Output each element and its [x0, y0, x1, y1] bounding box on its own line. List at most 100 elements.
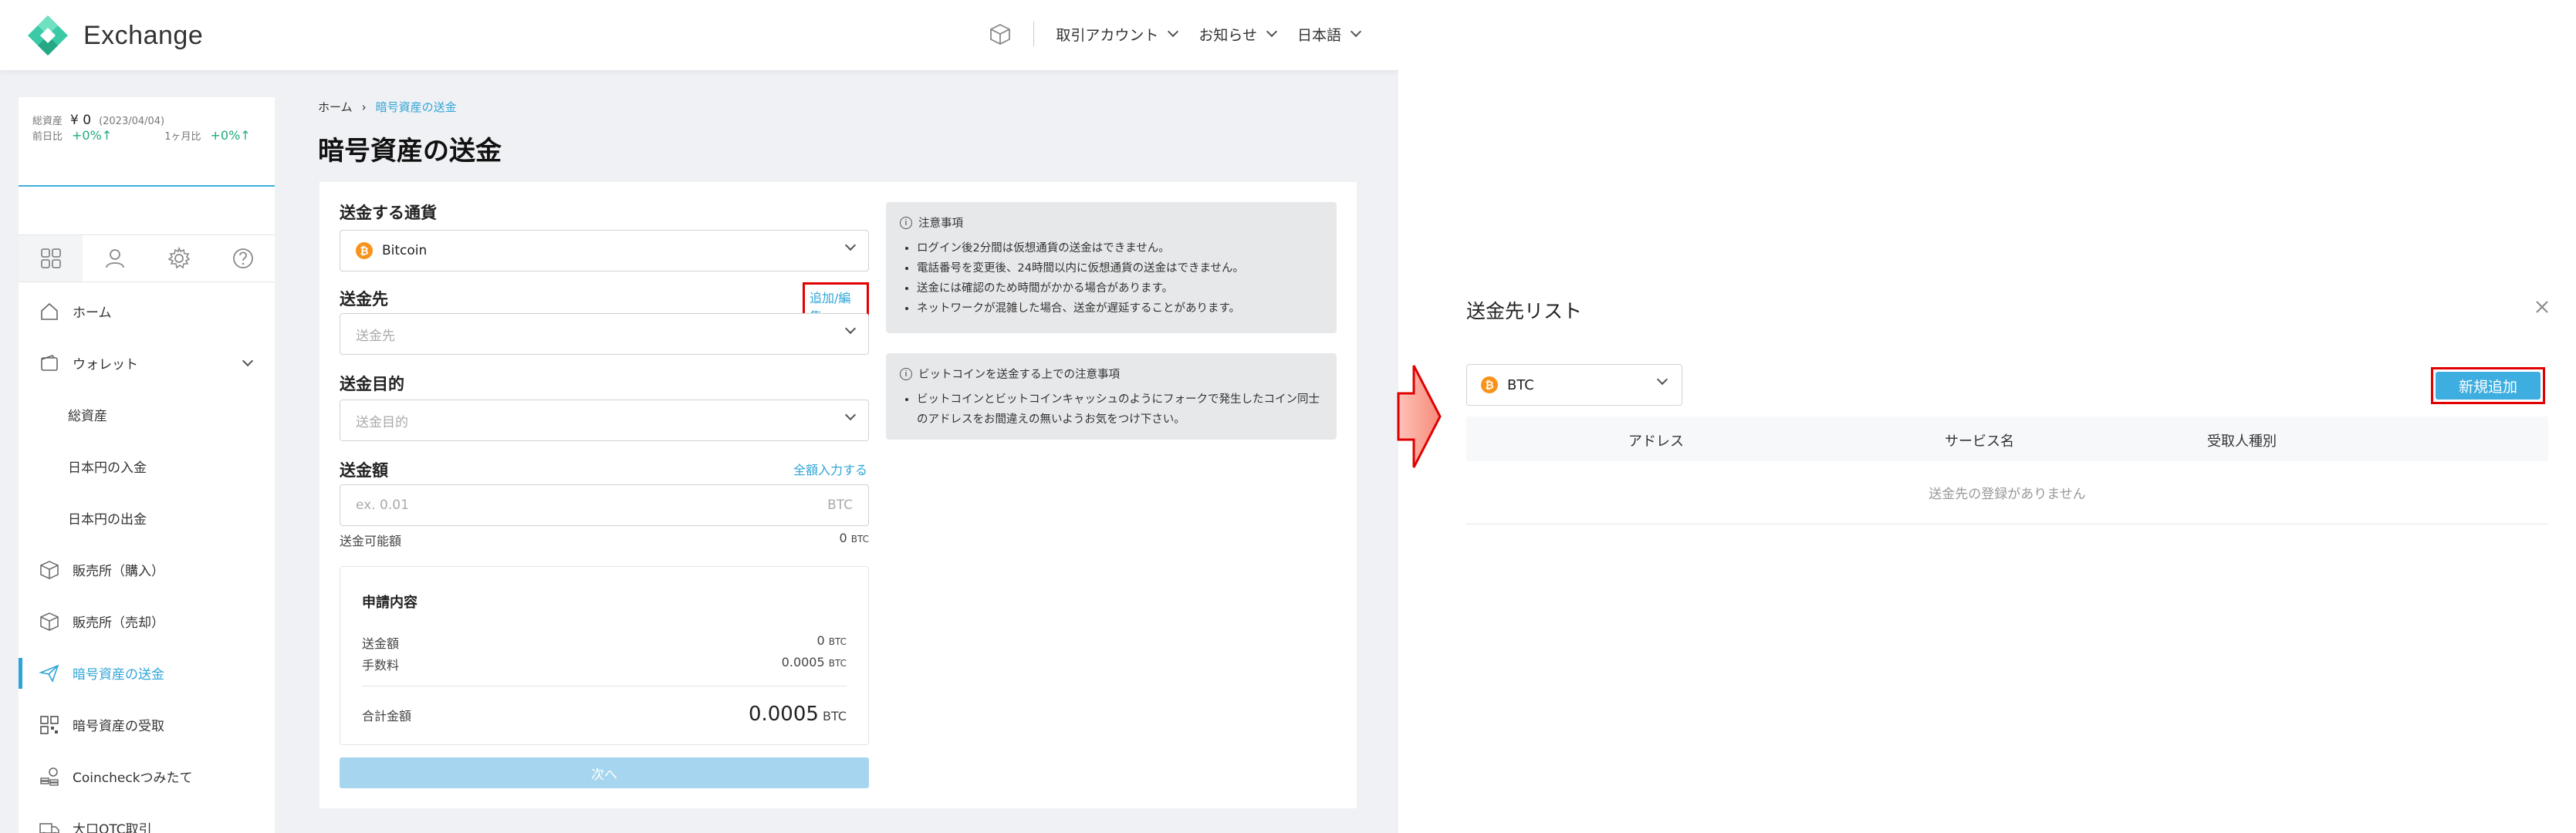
currency-value: Bitcoin — [382, 243, 428, 258]
summary-total-row: 合計金額 0.0005 BTC — [362, 703, 847, 726]
amount-input[interactable]: ex. 0.01 BTC — [340, 484, 869, 526]
add-new-button[interactable]: 新規追加 — [2436, 372, 2541, 400]
asset-chart-line — [19, 185, 275, 187]
modal-currency-value: BTC — [1507, 376, 1534, 393]
sidebar-item-total-assets[interactable]: 総資産 — [19, 389, 275, 440]
tab-settings[interactable] — [147, 235, 211, 282]
available-label: 送金可能額 — [340, 534, 402, 548]
sidebar-tabs — [19, 234, 275, 282]
cube-icon[interactable] — [989, 22, 1012, 46]
sidebar-item-recurring[interactable]: Coincheckつみたて — [19, 750, 275, 802]
next-button[interactable]: 次へ — [340, 757, 869, 788]
coins-icon — [40, 767, 59, 786]
caution-header: i 注意事項 — [900, 214, 1323, 231]
sidebar-item-jpy-deposit[interactable]: 日本円の入金 — [19, 440, 275, 492]
chevron-down-icon — [844, 239, 857, 251]
chevron-down-icon — [1350, 25, 1362, 38]
sidebar-item-buy[interactable]: 販売所（購入） — [19, 544, 275, 595]
sidebar-item-label: 暗号資産の送金 — [73, 667, 164, 683]
summary-fee-value: 0.0005 — [781, 655, 825, 669]
tab-menu[interactable] — [19, 235, 83, 282]
close-icon[interactable] — [2533, 298, 2551, 316]
sidebar-item-otc[interactable]: 大口OTC取引 — [19, 802, 275, 833]
sidebar-item-label: 総資産 — [68, 409, 107, 424]
bitcoin-icon: ₿ — [356, 242, 373, 259]
list-item: ビットコインとビットコインキャッシュのようにフォークで発生したコイン同士のアドレ… — [917, 390, 1323, 430]
caution-notes: i 注意事項 ログイン後2分間は仮想通貨の送金はできません。 電話番号を変更後、… — [886, 202, 1337, 333]
column-address: アドレス — [1628, 433, 1684, 450]
available-amount: 送金可能額 0 BTC — [340, 531, 869, 549]
tab-help[interactable] — [211, 235, 275, 282]
unit: BTC — [828, 658, 847, 669]
destination-placeholder: 送金先 — [356, 328, 395, 344]
nav-label: 取引アカウント — [1056, 26, 1159, 44]
nav-language[interactable]: 日本語 — [1296, 24, 1362, 45]
amount-label: 送金額 — [340, 461, 388, 480]
sidebar-menu: ホーム ウォレット 総資産 日本円の入金 日本円の出金 販売所（購入） 販売所（… — [19, 285, 275, 833]
arrow-right-icon — [1397, 365, 1442, 468]
sidebar-item-sell[interactable]: 販売所（売却） — [19, 595, 275, 647]
summary-title: 申請内容 — [362, 595, 418, 611]
sidebar-item-receive-crypto[interactable]: 暗号資産の受取 — [19, 699, 275, 750]
logo[interactable]: Exchange — [26, 14, 203, 57]
user-icon — [105, 249, 124, 268]
sidebar-item-label: 暗号資産の受取 — [73, 719, 164, 734]
unit: BTC — [823, 709, 847, 723]
breadcrumb-current: 暗号資産の送金 — [375, 100, 457, 114]
breadcrumb-home[interactable]: ホーム — [318, 99, 353, 115]
column-recipient-type: 受取人種別 — [2207, 433, 2277, 450]
sidebar: 総資産 ¥ 0 (2023/04/04) 前日比 +0%↑ 1ヶ月比 +0%↑ — [19, 97, 275, 833]
add-new-highlight: 新規追加 — [2431, 367, 2545, 404]
currency-label: 送金する通貨 — [340, 204, 437, 222]
purpose-placeholder: 送金目的 — [356, 414, 408, 430]
sidebar-item-jpy-withdraw[interactable]: 日本円の出金 — [19, 492, 275, 544]
list-item: 電話番号を変更後、24時間以内に仮想通貨の送金はできません。 — [917, 258, 1323, 278]
fill-all-link[interactable]: 全額入力する — [793, 460, 867, 478]
modal-currency-select[interactable]: ₿ BTC — [1466, 364, 1682, 406]
info-icon: i — [900, 367, 912, 380]
total-value: 0.0005 — [748, 703, 819, 726]
sidebar-item-label: Coincheckつみたて — [73, 771, 193, 786]
sidebar-item-label: 日本円の入金 — [68, 460, 147, 476]
destination-label: 送金先 — [340, 290, 388, 309]
wallet-icon — [41, 354, 58, 371]
info-icon: i — [900, 216, 912, 229]
sidebar-item-home[interactable]: ホーム — [19, 285, 275, 337]
month-label: 1ヶ月比 — [164, 131, 201, 143]
sidebar-item-wallet[interactable]: ウォレット — [19, 337, 275, 389]
column-service-name: サービス名 — [1945, 433, 2014, 450]
btc-notes-header: i ビットコインを送金する上での注意事項 — [900, 366, 1323, 382]
available-value: 0 — [839, 531, 847, 545]
nav-label: お知らせ — [1198, 26, 1257, 44]
tab-account[interactable] — [83, 235, 147, 282]
total-assets-value: ¥ 0 — [70, 113, 92, 128]
nav-news[interactable]: お知らせ — [1198, 24, 1278, 45]
sidebar-item-label: 販売所（売却） — [73, 615, 164, 631]
grid-icon — [40, 248, 61, 268]
gear-icon — [167, 246, 190, 269]
destination-select[interactable]: 送金先 — [340, 313, 869, 355]
total-assets-date: (2023/04/04) — [99, 116, 165, 127]
caution-list: ログイン後2分間は仮想通貨の送金はできません。 電話番号を変更後、24時間以内に… — [900, 238, 1323, 319]
bitcoin-icon: ₿ — [1481, 376, 1498, 393]
sidebar-item-label: 販売所（購入） — [73, 564, 164, 579]
destination-list-modal: 送金先リスト ₿ BTC 新規追加 アドレス サービス名 受取人種別 送金先の登… — [1443, 0, 2576, 833]
logo-text: Exchange — [83, 20, 204, 50]
currency-select[interactable]: ₿ Bitcoin — [340, 230, 869, 271]
sidebar-item-send-crypto[interactable]: 暗号資産の送金 — [19, 647, 275, 699]
chevron-down-icon — [844, 322, 857, 335]
nav-label: 日本語 — [1296, 26, 1341, 44]
summary-fee-label: 手数料 — [362, 658, 400, 673]
unit: BTC — [828, 636, 847, 647]
breadcrumb: ホーム › 暗号資産の送金 — [318, 99, 457, 115]
nav-trading-account[interactable]: 取引アカウント — [1056, 24, 1179, 45]
summary-amount-value: 0 — [816, 633, 825, 648]
cube-icon — [40, 612, 59, 631]
sidebar-item-label: ホーム — [73, 305, 112, 321]
logo-icon — [28, 15, 68, 56]
empty-message: 送金先の登録がありません — [1466, 461, 2548, 524]
help-icon — [232, 248, 253, 268]
total-value-wrap: 0.0005 BTC — [749, 703, 847, 726]
purpose-select[interactable]: 送金目的 — [340, 400, 869, 441]
amount-unit: BTC — [827, 497, 853, 513]
